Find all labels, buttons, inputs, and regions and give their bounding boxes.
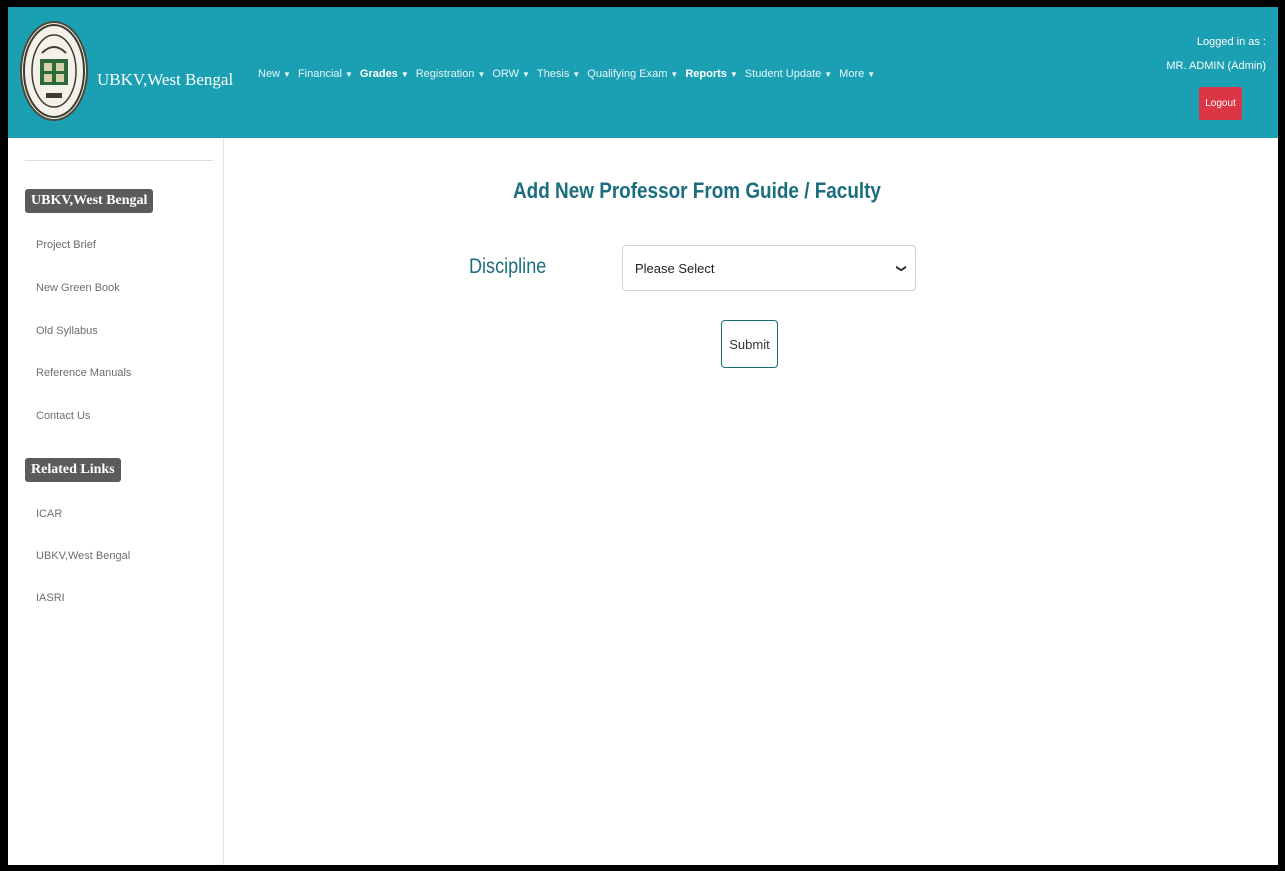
logged-in-label: Logged in as : [1196, 36, 1266, 48]
discipline-selected-value: Please Select [635, 260, 715, 276]
nav-thesis[interactable]: Thesis ▼ [537, 68, 580, 80]
nav-registration[interactable]: Registration ▼ [416, 68, 486, 80]
nav-label: Financial [297, 68, 342, 80]
nav-orw[interactable]: ORW ▼ [492, 68, 530, 80]
nav-label: Grades [359, 68, 398, 80]
top-header: UBKV,West Bengal New ▼ Financial ▼ Grades ▼… [8, 7, 1278, 138]
university-logo[interactable] [20, 21, 88, 121]
sidebar-section-title: Related Links [25, 458, 121, 482]
caret-down-icon: ▼ [729, 70, 738, 79]
sidebar-divider [25, 160, 213, 161]
sidebar-link-ubkv[interactable]: UBKV,West Bengal [36, 550, 130, 562]
sidebar-link-old-syllabus[interactable]: Old Syllabus [36, 325, 98, 337]
discipline-select[interactable]: Please Select ❯ [622, 245, 916, 291]
sidebar-link-icar[interactable]: ICAR [36, 508, 62, 520]
submit-button[interactable]: Submit [721, 320, 778, 368]
sidebar-link-contact-us[interactable]: Contact Us [36, 410, 90, 422]
sidebar-link-project-brief[interactable]: Project Brief [36, 239, 96, 251]
sidebar: UBKV,West Bengal Project Brief New Green… [8, 138, 224, 865]
caret-down-icon: ▼ [824, 70, 833, 79]
chevron-down-icon: ❯ [895, 263, 907, 273]
caret-down-icon: ▼ [344, 70, 353, 79]
nav-label: Qualifying Exam [587, 68, 668, 80]
nav-label: More [839, 68, 865, 80]
caret-down-icon: ▼ [283, 70, 291, 79]
caret-down-icon: ▼ [400, 70, 409, 79]
caret-down-icon: ▼ [522, 70, 530, 79]
sidebar-link-iasri[interactable]: IASRI [36, 592, 65, 604]
nav-label: ORW [492, 68, 520, 80]
main-nav: New ▼ Financial ▼ Grades ▼ Registration ▼ OR… [258, 68, 882, 80]
nav-label: Student Update [744, 68, 822, 80]
current-user: MR. ADMIN (Admin) [1166, 60, 1266, 72]
nav-financial[interactable]: Financial ▼ [298, 68, 353, 80]
nav-more[interactable]: More ▼ [839, 68, 875, 80]
nav-label: Thesis [536, 68, 570, 80]
sidebar-section-title: UBKV,West Bengal [25, 189, 154, 213]
caret-down-icon: ▼ [867, 70, 876, 79]
nav-reports[interactable]: Reports ▼ [685, 68, 737, 80]
nav-student-update[interactable]: Student Update ▼ [745, 68, 832, 80]
sidebar-link-reference-manuals[interactable]: Reference Manuals [36, 367, 131, 379]
brand-name[interactable]: UBKV,West Bengal [97, 70, 233, 90]
page-title: Add New Professor From Guide / Faculty [513, 178, 881, 203]
sidebar-link-new-green-book[interactable]: New Green Book [36, 282, 120, 294]
caret-down-icon: ▼ [477, 70, 486, 79]
app-frame: UBKV,West Bengal New ▼ Financial ▼ Grades ▼… [8, 7, 1278, 865]
caret-down-icon: ▼ [670, 70, 679, 79]
emblem-icon [23, 24, 85, 118]
nav-label: Registration [415, 68, 475, 80]
nav-grades[interactable]: Grades ▼ [360, 68, 409, 80]
nav-qualifying-exam[interactable]: Qualifying Exam ▼ [587, 68, 678, 80]
login-info: Logged in as : MR. ADMIN (Admin) [1166, 30, 1266, 78]
logout-button[interactable]: Logout [1199, 87, 1242, 120]
nav-label: Reports [685, 68, 727, 80]
discipline-label: Discipline [469, 255, 547, 278]
caret-down-icon: ▼ [572, 70, 581, 79]
nav-new[interactable]: New ▼ [258, 68, 291, 80]
nav-label: New [258, 68, 281, 80]
